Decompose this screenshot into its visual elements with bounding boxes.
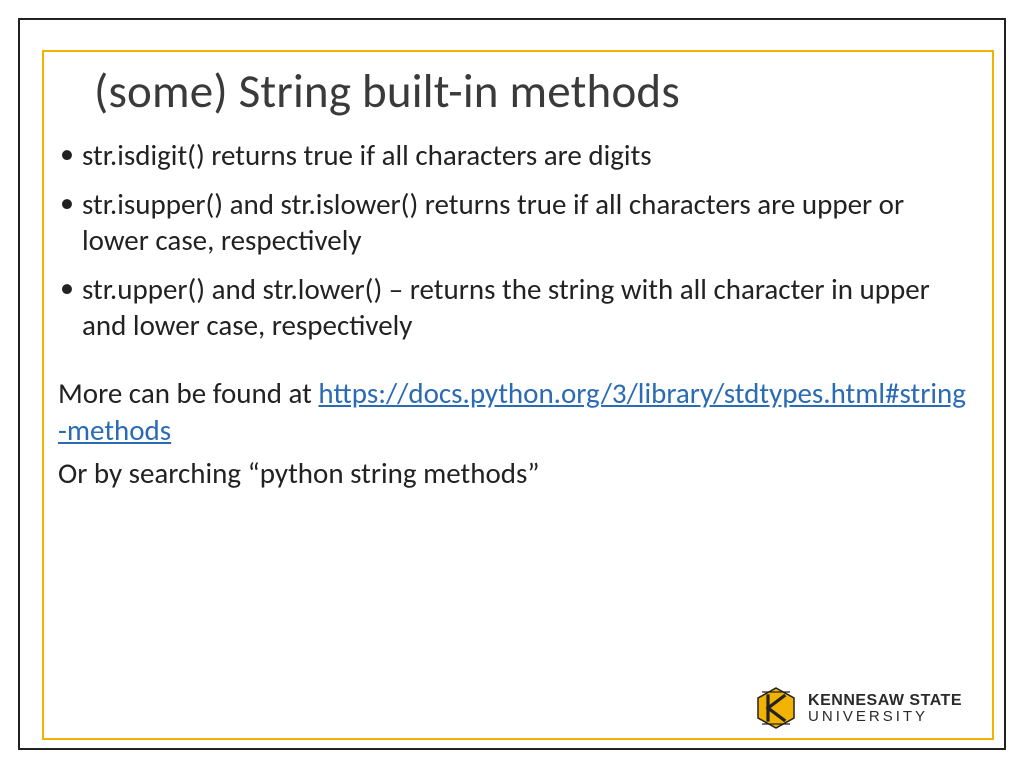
bullet-item: str.isupper() and str.islower() returns … — [58, 187, 966, 258]
bullet-item: str.upper() and str.lower() – returns th… — [58, 272, 966, 343]
logo-line1: KENNESAW STATE — [808, 693, 962, 709]
search-hint: Or by searching “python string methods” — [58, 455, 966, 491]
bullet-item: str.isdigit() returns true if all charac… — [58, 138, 966, 173]
slide-title: (some) String built-in methods — [94, 62, 966, 120]
ksu-logo-icon — [754, 686, 798, 730]
bullet-list: str.isdigit() returns true if all charac… — [58, 138, 966, 343]
slide-content: (some) String built-in methods str.isdig… — [58, 62, 966, 728]
more-intro-text: More can be found at — [58, 375, 318, 411]
university-logo: KENNESAW STATE UNIVERSITY — [754, 686, 962, 730]
logo-text: KENNESAW STATE UNIVERSITY — [808, 693, 962, 724]
more-info-block: More can be found at https://docs.python… — [58, 375, 966, 449]
logo-line2: UNIVERSITY — [808, 709, 962, 724]
